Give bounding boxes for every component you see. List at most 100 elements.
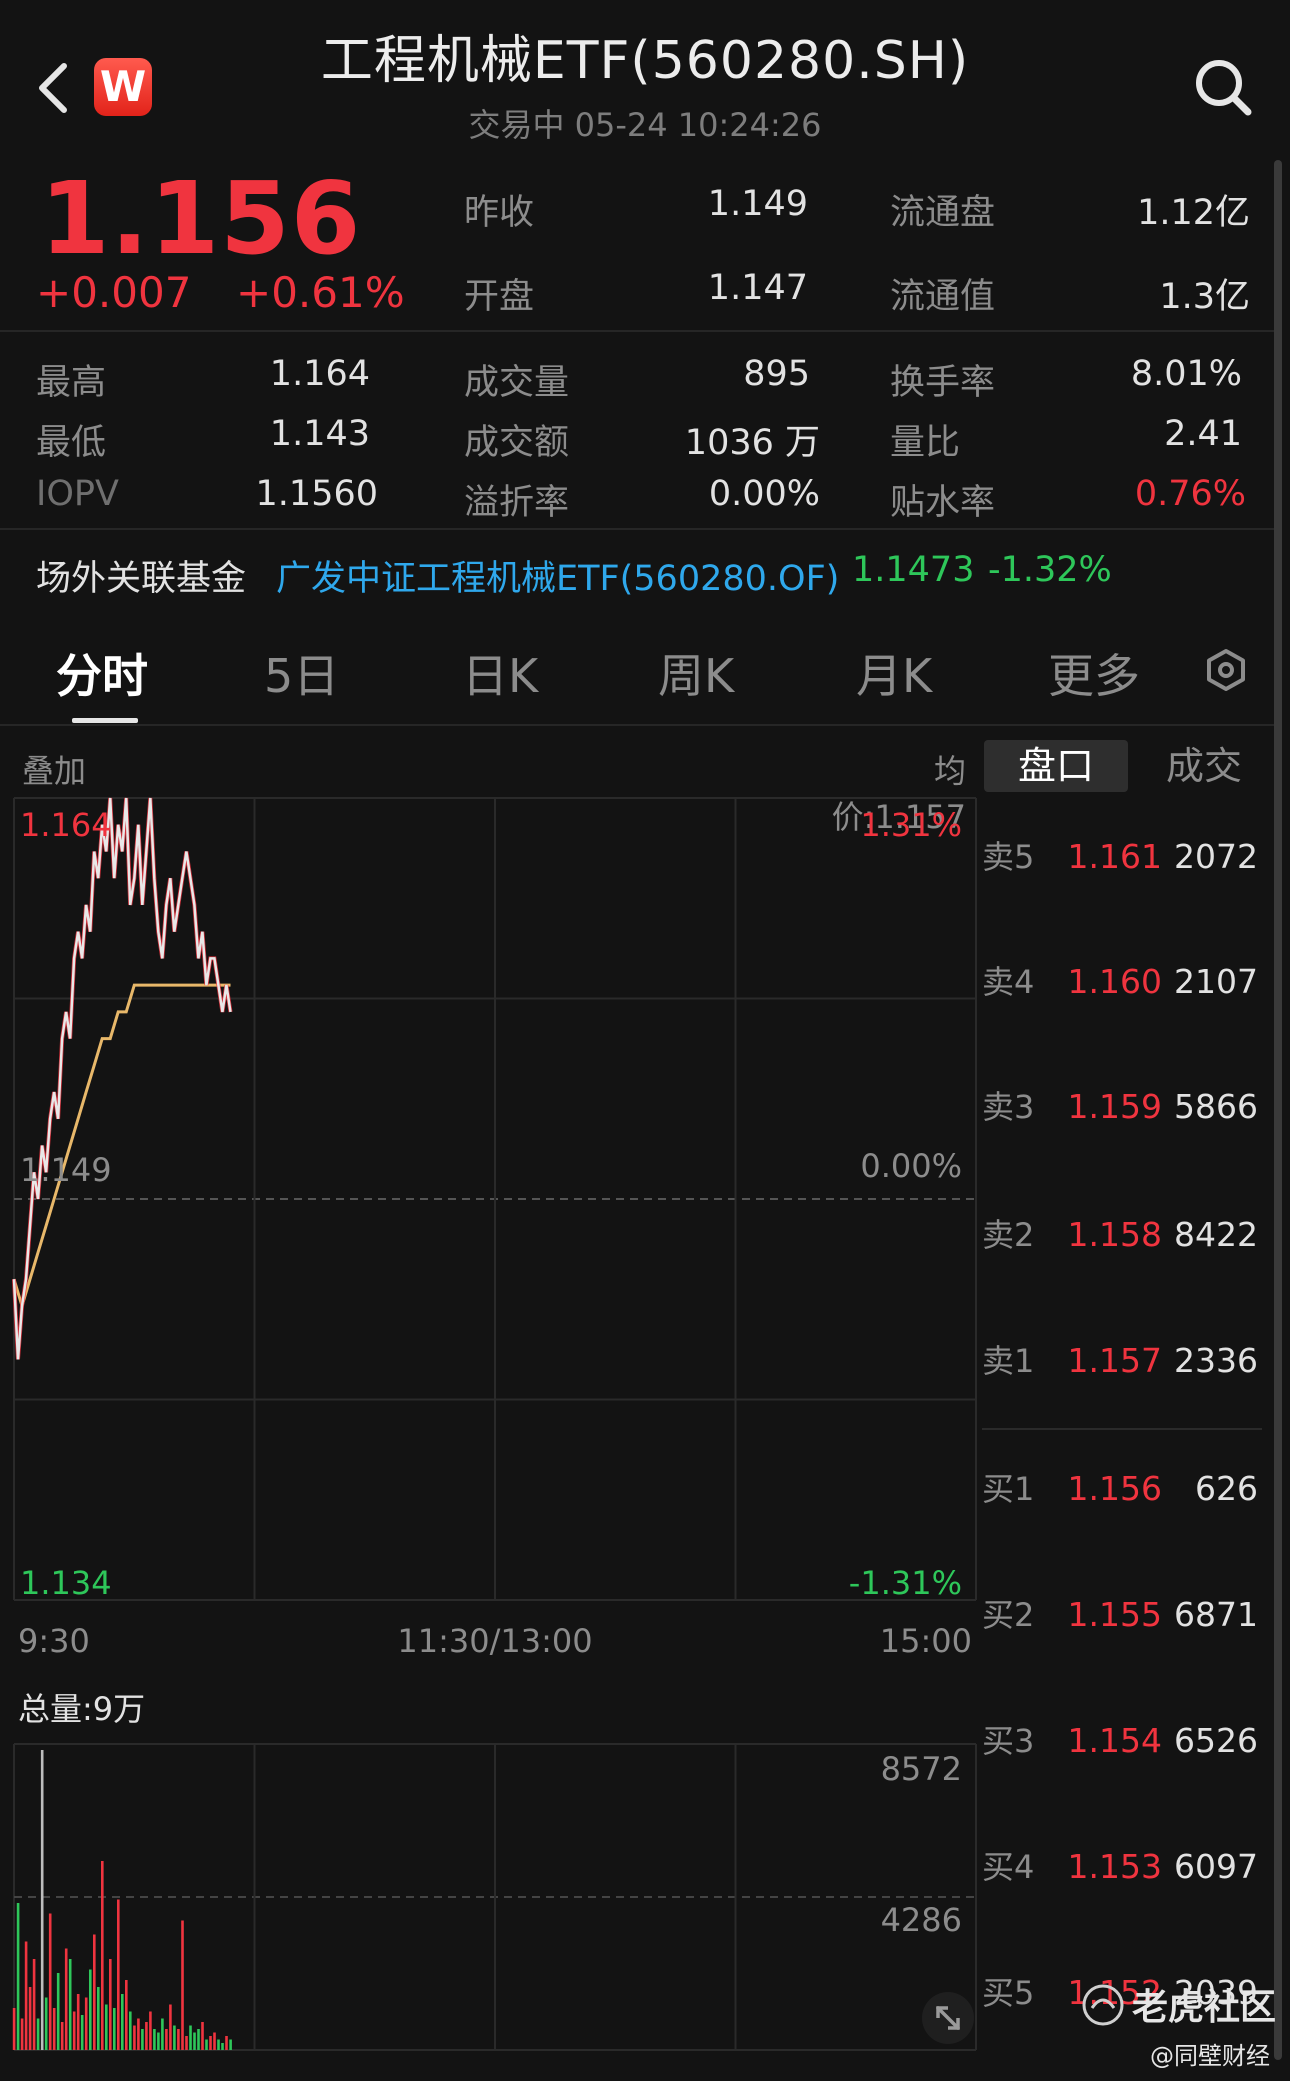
order-qty: 2336 xyxy=(1174,1341,1258,1380)
volume-bar xyxy=(97,1987,100,2050)
price-change: +0.007 xyxy=(36,268,192,317)
volume-bar xyxy=(48,1913,52,2050)
y-tick-label: 1.149 xyxy=(20,1151,112,1189)
watermark-author: @同壁财经 xyxy=(1150,2042,1270,2070)
order-qty: 6526 xyxy=(1174,1721,1258,1760)
order-side: 买2 xyxy=(982,1596,1035,1634)
scrollbar[interactable] xyxy=(1274,160,1282,2060)
tab-monthly-k[interactable]: 月K xyxy=(856,640,932,706)
iopv-value: 1.1560 xyxy=(255,474,378,514)
order-price: 1.157 xyxy=(1067,1341,1162,1380)
tab-intraday[interactable]: 分时 xyxy=(56,640,148,706)
volume-bar xyxy=(229,2039,232,2050)
ask-row: 卖3 1.159 5866 xyxy=(982,1082,1282,1132)
volume-bar xyxy=(117,1899,120,2050)
orderbook-divider xyxy=(982,1428,1262,1430)
divider xyxy=(0,724,1275,726)
tab-trades[interactable]: 成交 xyxy=(1134,740,1274,792)
volume-value: 895 xyxy=(743,354,810,394)
volume-bar xyxy=(113,2008,116,2050)
y-tick-label-pct: 1.31% xyxy=(860,806,962,844)
volume-tick-label: 8572 xyxy=(881,1750,962,1788)
volume-bar xyxy=(101,1861,104,2050)
volume-bar xyxy=(32,1959,36,2050)
order-side: 买3 xyxy=(982,1722,1035,1760)
volume-bar xyxy=(177,2029,180,2050)
low-value: 1.143 xyxy=(269,414,370,454)
order-price: 1.161 xyxy=(1067,837,1162,876)
tab-order-book[interactable]: 盘口 xyxy=(984,740,1128,792)
order-side: 卖5 xyxy=(982,838,1035,876)
total-volume-label: 总量:9万 xyxy=(18,1690,146,1728)
order-price: 1.159 xyxy=(1067,1087,1162,1126)
volume-bar xyxy=(24,1941,28,2050)
volume-grid xyxy=(13,1743,977,2051)
order-qty: 626 xyxy=(1195,1469,1258,1508)
prev-close-value: 1.149 xyxy=(707,184,808,224)
volume-bar xyxy=(129,2011,132,2050)
volume-bar xyxy=(84,1997,88,2050)
float-value-value: 1.3亿 xyxy=(1159,277,1250,317)
search-icon[interactable] xyxy=(1192,56,1254,118)
order-side: 卖2 xyxy=(982,1216,1035,1254)
volume-bar xyxy=(93,1934,96,2050)
order-price: 1.153 xyxy=(1067,1847,1162,1886)
volume-bar xyxy=(181,1920,184,2050)
related-fund-change: -1.32% xyxy=(988,550,1112,590)
related-fund-label: 场外关联基金 xyxy=(36,559,247,599)
watermark-brand: 老虎社区 xyxy=(1132,1987,1277,2028)
volume-bar xyxy=(225,2036,228,2050)
low-label: 最低 xyxy=(36,423,107,463)
tab-daily-k[interactable]: 日K xyxy=(462,640,538,706)
bid-row: 买1 1.156 626 xyxy=(982,1464,1282,1514)
volume-bar xyxy=(64,1948,68,2050)
tab-more[interactable]: 更多 xyxy=(1048,640,1140,706)
intraday-chart[interactable]: 1.164 1.149 1.134 1.31% 0.00% -1.31% 9:30 11:30… xyxy=(0,780,980,2060)
float-shares-value: 1.12亿 xyxy=(1137,193,1250,233)
volume-bar xyxy=(213,2032,216,2050)
volume-bar xyxy=(68,1959,72,2050)
page-title: 工程机械ETF(560280.SH) xyxy=(320,31,970,91)
order-qty: 2072 xyxy=(1174,837,1258,876)
premium-value: 0.00% xyxy=(708,474,820,514)
volume-bar xyxy=(40,1750,44,2050)
volume-bar xyxy=(165,2029,168,2050)
ask-row: 卖5 1.161 2072 xyxy=(982,832,1282,882)
tab-5day[interactable]: 5日 xyxy=(264,640,339,706)
orderbook-tabs: 盘口 成交 xyxy=(984,740,1274,792)
order-side: 买1 xyxy=(982,1470,1035,1508)
volume-bar xyxy=(205,2039,208,2050)
volume-bar xyxy=(193,2032,196,2050)
volume-bar xyxy=(80,2015,84,2050)
turnover-rate-value: 8.01% xyxy=(1130,354,1242,394)
price-line xyxy=(12,797,232,1360)
order-qty: 2107 xyxy=(1174,962,1258,1001)
order-price: 1.154 xyxy=(1067,1721,1162,1760)
volume-bar xyxy=(133,2025,136,2050)
volume-bar xyxy=(185,2036,188,2050)
order-side: 买4 xyxy=(982,1848,1035,1886)
order-qty: 6097 xyxy=(1174,1847,1258,1886)
divider xyxy=(0,528,1275,530)
volume-bar xyxy=(16,1903,20,2050)
tiger-logo-icon xyxy=(1082,1984,1124,2026)
volume-bar xyxy=(44,1997,48,2050)
volume-bar xyxy=(149,2011,152,2050)
volume-bar xyxy=(153,2029,156,2050)
volume-bar xyxy=(76,1994,80,2050)
related-fund-link[interactable]: 广发中证工程机械ETF(560280.OF) xyxy=(276,550,839,601)
y-tick-label-pct: 0.00% xyxy=(860,1147,962,1185)
volume-bar xyxy=(105,2004,108,2050)
tab-weekly-k[interactable]: 周K xyxy=(658,640,734,706)
volume-bar xyxy=(161,2018,164,2050)
settings-icon[interactable] xyxy=(1204,648,1248,692)
order-price: 1.155 xyxy=(1067,1595,1162,1634)
order-side: 卖4 xyxy=(982,963,1035,1001)
volume-ratio-value: 2.41 xyxy=(1164,414,1242,454)
volume-bar xyxy=(201,2022,204,2050)
volume-bar xyxy=(141,2029,144,2050)
expand-icon[interactable] xyxy=(920,1990,976,2046)
amount-label: 成交额 xyxy=(464,423,570,463)
volume-bar xyxy=(197,2029,200,2050)
high-label: 最高 xyxy=(36,363,107,403)
